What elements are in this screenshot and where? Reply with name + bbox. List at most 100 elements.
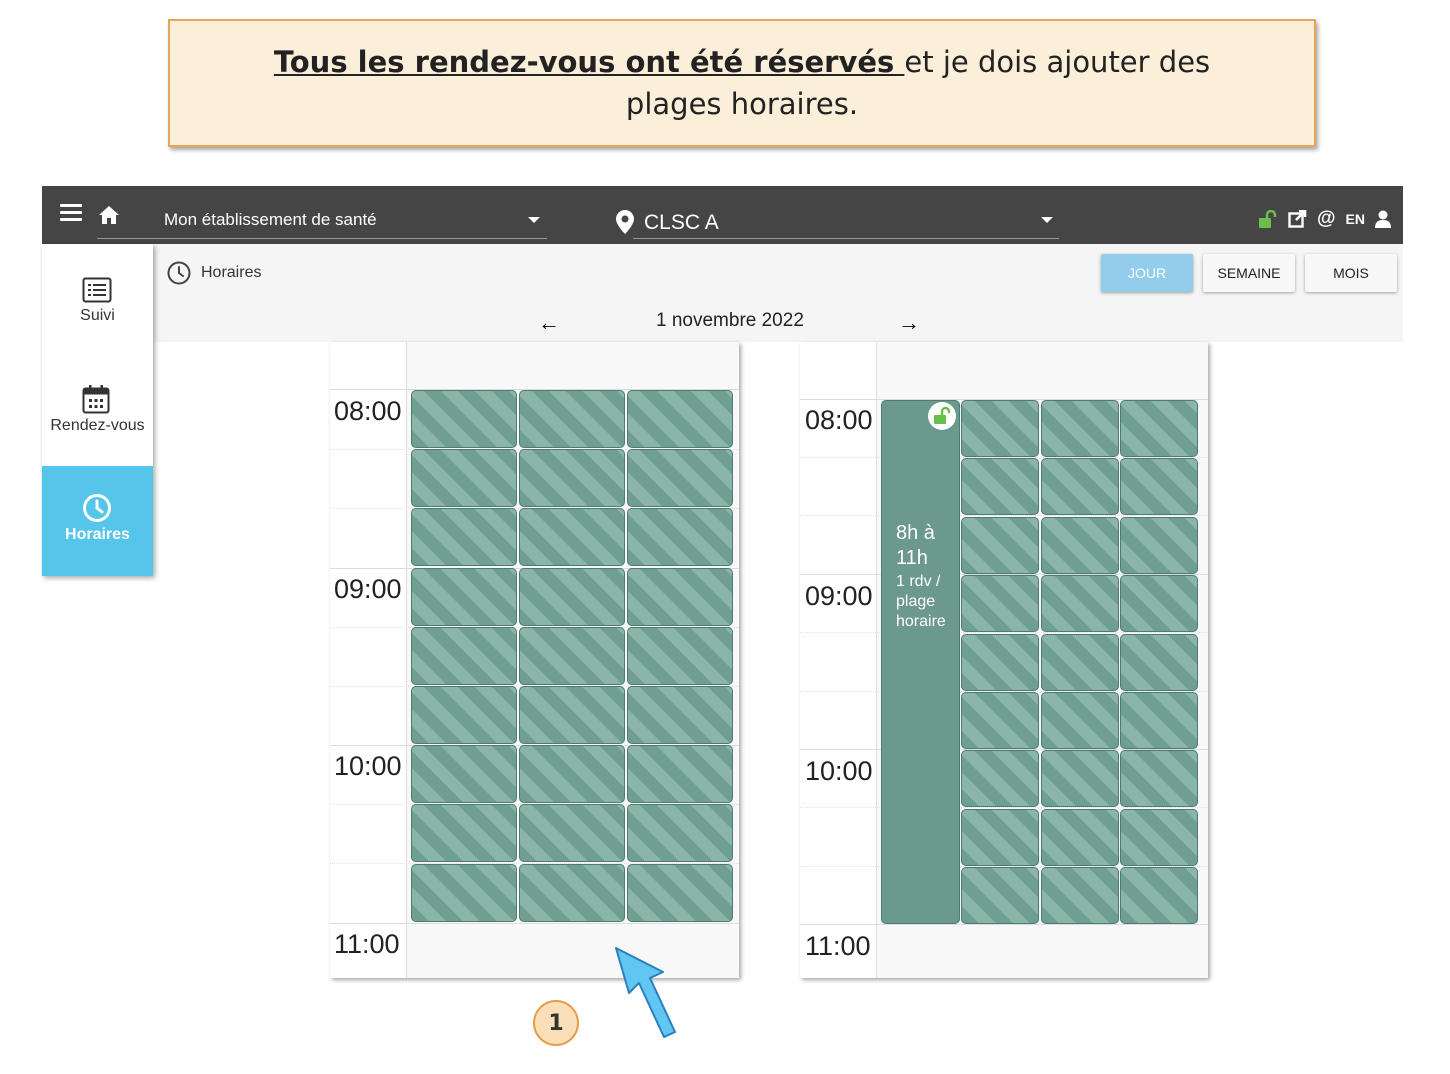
view-day-button[interactable]: JOUR	[1101, 254, 1193, 292]
booked-slot[interactable]	[1040, 750, 1119, 808]
booked-slot[interactable]	[411, 863, 517, 922]
at-icon[interactable]: @	[1317, 208, 1336, 230]
booked-slot[interactable]	[1040, 400, 1119, 457]
booked-slot[interactable]	[1040, 692, 1119, 749]
view-month-button[interactable]: MOIS	[1305, 254, 1397, 292]
time-label: 11:00	[805, 931, 871, 961]
booked-slot[interactable]	[1040, 808, 1119, 866]
block-hours: 8h à 11h	[896, 522, 935, 569]
callout-bold-text: Tous les rendez-vous ont été réservés	[273, 45, 905, 79]
booked-slot[interactable]	[961, 400, 1039, 457]
chevron-down-icon[interactable]	[528, 217, 540, 223]
booked-slot[interactable]	[519, 863, 625, 922]
booked-slot[interactable]	[1120, 400, 1198, 457]
booked-slot[interactable]	[1120, 633, 1198, 691]
booked-slot[interactable]	[411, 626, 517, 685]
clock-icon	[167, 261, 191, 285]
unlock-icon[interactable]	[928, 402, 956, 430]
booked-slot[interactable]	[961, 750, 1039, 808]
booked-slot[interactable]	[1040, 516, 1119, 574]
menu-icon[interactable]	[60, 204, 82, 224]
time-label: 08:00	[805, 405, 873, 435]
pointer-arrow-icon	[615, 947, 676, 1038]
booked-slot[interactable]	[627, 686, 733, 744]
booked-slot[interactable]	[1120, 867, 1198, 925]
top-app-bar: Mon établissement de santé CLSC A @ EN	[42, 186, 1403, 244]
booked-slot[interactable]	[627, 508, 733, 567]
booked-slot[interactable]	[411, 390, 517, 448]
view-week-button[interactable]: SEMAINE	[1203, 254, 1295, 292]
page-title: Horaires	[201, 264, 262, 281]
booked-slot[interactable]	[1120, 808, 1198, 866]
booked-slot[interactable]	[411, 449, 517, 508]
booked-slot[interactable]	[1120, 750, 1198, 808]
booked-slot[interactable]	[627, 567, 733, 626]
booked-slot[interactable]	[1120, 692, 1198, 749]
booked-slot[interactable]	[411, 804, 517, 863]
time-label: 09:00	[805, 581, 873, 611]
booked-slot[interactable]	[961, 808, 1039, 866]
booked-slot[interactable]	[1040, 867, 1119, 925]
time-label: 10:00	[334, 751, 402, 781]
next-day-arrow-icon[interactable]: →	[898, 310, 920, 336]
booked-slot[interactable]	[961, 575, 1039, 633]
booked-slot[interactable]	[519, 390, 625, 448]
booked-slot[interactable]	[1120, 575, 1198, 633]
map-pin-icon	[616, 210, 634, 234]
time-label: 09:00	[334, 574, 402, 604]
booked-slot[interactable]	[519, 745, 625, 804]
booked-slot[interactable]	[1120, 516, 1198, 574]
sidebar-item-label: Suivi	[80, 307, 115, 324]
sidebar-item-suivi[interactable]: Suivi	[42, 244, 153, 354]
booked-slot[interactable]	[519, 686, 625, 744]
current-date: 1 novembre 2022	[656, 310, 804, 331]
external-link-icon[interactable]	[1288, 210, 1307, 228]
calendar-icon	[82, 385, 110, 414]
booked-slot[interactable]	[961, 633, 1039, 691]
booked-slot[interactable]	[961, 692, 1039, 749]
unlock-icon[interactable]	[1258, 210, 1278, 228]
time-label: 08:00	[334, 396, 402, 426]
booked-slot[interactable]	[961, 867, 1039, 925]
sidebar-item-horaires[interactable]: Horaires	[42, 466, 153, 576]
booked-slot[interactable]	[411, 745, 517, 804]
booked-slot[interactable]	[411, 686, 517, 744]
booked-slot[interactable]	[519, 626, 625, 685]
side-navigation: Suivi Rendez-vous Horaires	[42, 244, 153, 576]
sidebar-item-label: Rendez-vous	[50, 417, 145, 434]
booked-slot[interactable]	[519, 449, 625, 508]
block-detail: 1 rdv / plage horaire	[896, 573, 946, 630]
booked-slot[interactable]	[627, 449, 733, 508]
booked-slot[interactable]	[1040, 575, 1119, 633]
step-badge: 1	[533, 1000, 579, 1046]
booked-slot[interactable]	[627, 390, 733, 448]
time-label: 11:00	[334, 929, 400, 959]
chevron-down-icon[interactable]	[1041, 217, 1053, 223]
time-gutter	[330, 342, 407, 978]
list-icon	[82, 277, 112, 303]
booked-slot[interactable]	[1040, 633, 1119, 691]
user-icon[interactable]	[1375, 210, 1391, 228]
booked-slot[interactable]	[519, 804, 625, 863]
calendar-day-before: 08:00 09:00 10:00 11:00	[330, 342, 739, 978]
booked-slot[interactable]	[627, 804, 733, 863]
booked-slot[interactable]	[627, 745, 733, 804]
booked-slot[interactable]	[1040, 458, 1119, 516]
booked-slot[interactable]	[961, 516, 1039, 574]
sidebar-item-rendez-vous[interactable]: Rendez-vous	[42, 354, 153, 464]
booked-slot[interactable]	[961, 458, 1039, 516]
booked-slot[interactable]	[627, 863, 733, 922]
booked-slot[interactable]	[411, 567, 517, 626]
booked-slot[interactable]	[411, 508, 517, 567]
booked-slot[interactable]	[519, 508, 625, 567]
instruction-callout: Tous les rendez-vous ont été réservés et…	[168, 19, 1316, 147]
language-toggle[interactable]: EN	[1346, 211, 1365, 227]
previous-day-arrow-icon[interactable]: ←	[538, 310, 560, 336]
location-select-value: CLSC A	[644, 211, 719, 234]
sidebar-item-label: Horaires	[65, 526, 130, 543]
booked-slot[interactable]	[1120, 458, 1198, 516]
booked-slot[interactable]	[627, 626, 733, 685]
availability-block[interactable]: 8h à 11h 1 rdv / plage horaire	[881, 400, 960, 924]
calendar-day: 08:00 09:00 10:00 11:00 8h à 11h 1 rdv /…	[800, 342, 1208, 978]
booked-slot[interactable]	[519, 567, 625, 626]
